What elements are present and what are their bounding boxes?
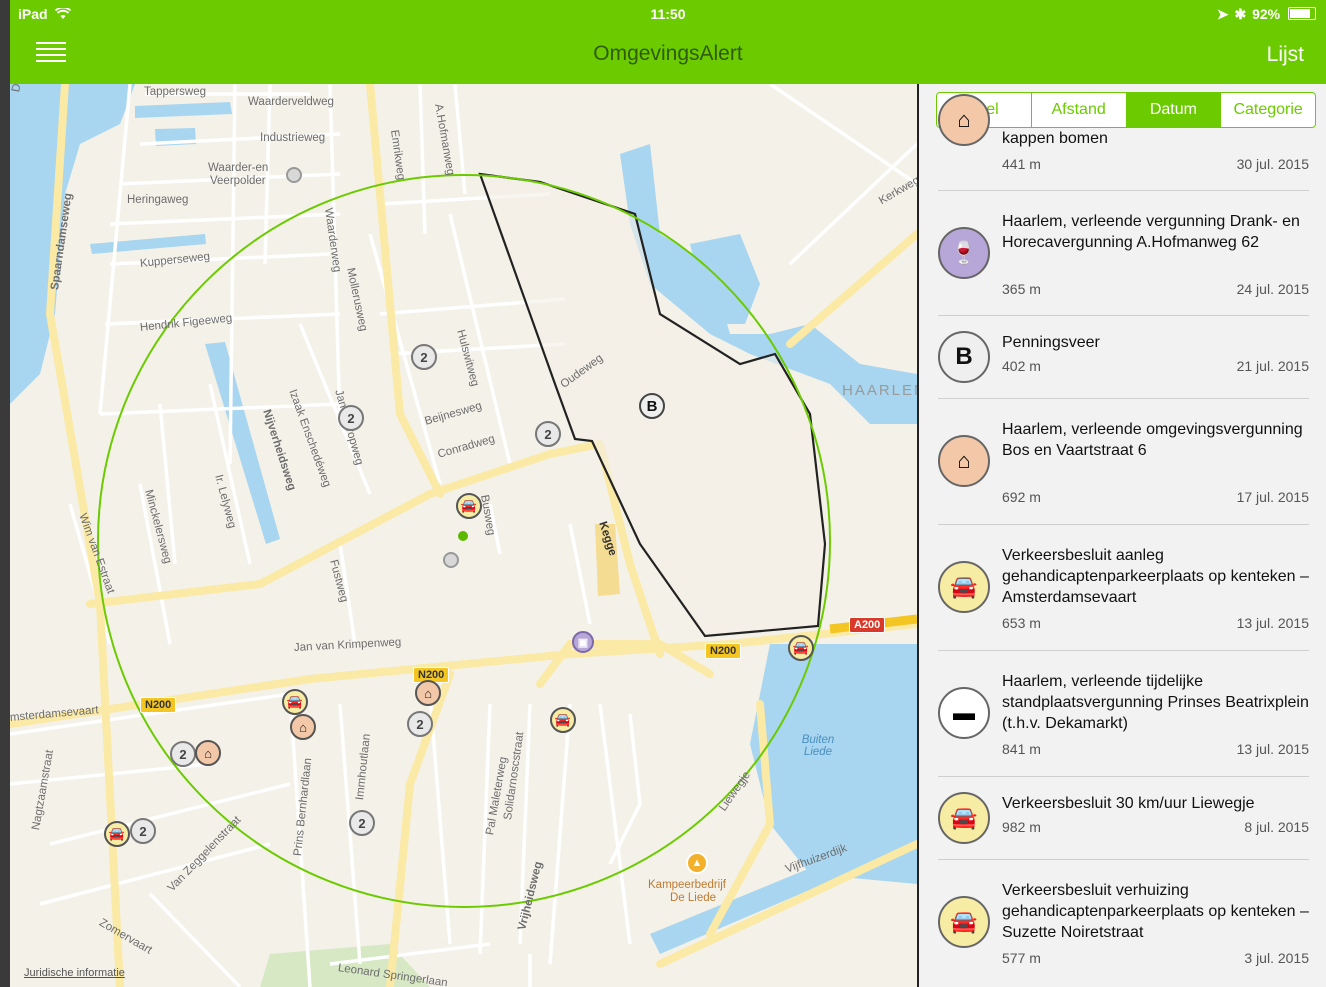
battery-icon — [1288, 7, 1316, 20]
street-label: Waarderveldweg — [248, 96, 334, 108]
alert-date: 8 jul. 2015 — [1244, 819, 1309, 835]
cluster-pin[interactable]: 2 — [338, 405, 364, 431]
alert-title: Verkeersbesluit verhuizing gehandicapten… — [1002, 882, 1309, 941]
bluetooth-icon: ✱ — [1234, 6, 1247, 22]
battery-fill — [1290, 9, 1311, 18]
alert-date: 30 jul. 2015 — [1236, 156, 1309, 172]
car-pin[interactable]: 🚘 — [456, 493, 482, 519]
car-icon: 🚘 — [938, 561, 990, 613]
alert-date: 24 jul. 2015 — [1236, 281, 1309, 297]
list-item[interactable]: 🚘 Verkeersbesluit 30 km/uur Liewegje 982… — [938, 777, 1309, 860]
list-item[interactable]: ⌂ kappen bomen 441 m 30 jul. 2015 — [938, 94, 1309, 191]
app-title: OmgevingsAlert — [593, 42, 743, 65]
house-icon: ⌂ — [424, 685, 432, 701]
alert-distance: 982 m — [1002, 819, 1041, 835]
house-icon: ⌂ — [938, 435, 990, 487]
road-badge-n200: N200 — [705, 643, 742, 659]
location-arrow-icon: ➤ — [1216, 6, 1229, 22]
cluster-pin[interactable]: 2 — [411, 344, 437, 370]
alert-date: 17 jul. 2015 — [1236, 489, 1309, 505]
status-right: ➤ ✱ 92% — [1217, 6, 1316, 23]
car-icon: 🚘 — [938, 792, 990, 844]
alert-title: Penningsveer — [1002, 334, 1100, 351]
alert-distance: 402 m — [1002, 358, 1041, 374]
alert-distance: 841 m — [1002, 741, 1041, 757]
car-icon: 🚘 — [938, 896, 990, 948]
road-badge-a200: A200 — [849, 617, 886, 633]
list-item[interactable]: B Penningsveer 402 m 21 jul. 2015 — [938, 316, 1309, 399]
car-icon: 🚘 — [108, 826, 126, 841]
car-pin[interactable]: 🚘 — [788, 635, 814, 661]
alert-date: 13 jul. 2015 — [1236, 615, 1309, 631]
campsite-pin[interactable]: ▲ — [686, 852, 708, 874]
alert-title: kappen bomen — [1002, 130, 1108, 147]
status-time: 11:50 — [650, 6, 686, 22]
street-label: Veerpolder — [210, 175, 266, 187]
alert-title: Verkeersbesluit 30 km/uur Liewegje — [1002, 795, 1255, 812]
alert-distance: 692 m — [1002, 489, 1041, 505]
car-pin[interactable]: 🚘 — [282, 689, 308, 715]
car-icon: 🚘 — [286, 694, 304, 709]
alerts-list: ⌂ kappen bomen 441 m 30 jul. 2015 🍷 Haar… — [919, 94, 1326, 985]
car-pin[interactable]: 🚘 — [550, 707, 576, 733]
alert-date: 3 jul. 2015 — [1244, 950, 1309, 966]
wine-icon: 🍷 — [938, 227, 990, 279]
street-label: Tappersweg — [144, 86, 207, 98]
list-item[interactable]: ▬ Haarlem, verleende tijdelijke standpla… — [938, 651, 1309, 777]
alerts-list-panel: Titel Afstand Datum Categorie ⌂ kappen b… — [917, 84, 1326, 987]
market-stall-icon: ▬ — [938, 687, 990, 739]
alert-title: Verkeersbesluit aanleg gehandicaptenpark… — [1002, 547, 1309, 606]
alert-title: Haarlem, verleende omgevingsvergunning B… — [1002, 421, 1303, 459]
bridge-pin[interactable]: B — [639, 393, 665, 419]
alert-date: 21 jul. 2015 — [1236, 358, 1309, 374]
house-icon: ⌂ — [938, 94, 990, 146]
city-label: HAARLEM — [842, 382, 917, 399]
house-icon: ⌂ — [204, 745, 212, 761]
bus-icon: ▣ — [577, 636, 589, 649]
street-label: Industrieweg — [260, 132, 326, 144]
battery-percent: 92% — [1252, 6, 1281, 22]
map-view[interactable]: Tappersweg Waarderveldweg Industrieweg W… — [10, 84, 917, 987]
list-item[interactable]: 🚘 Verkeersbesluit verhuizing gehandicapt… — [938, 860, 1309, 985]
map-canvas — [10, 84, 917, 987]
current-location-dot — [458, 531, 468, 541]
list-item[interactable]: 🍷 Haarlem, verleende vergunning Drank- e… — [938, 191, 1309, 316]
alert-title: Haarlem, verleende tijdelijke standplaat… — [1002, 673, 1309, 732]
cluster-pin[interactable]: 2 — [170, 741, 196, 767]
car-icon: 🚘 — [792, 640, 810, 655]
alert-date: 13 jul. 2015 — [1236, 741, 1309, 757]
house-icon: ⌂ — [299, 719, 307, 735]
navigation-bar: iPad 11:50 ➤ ✱ 92% OmgevingsAlert Lijst — [10, 0, 1326, 84]
alert-title: Haarlem, verleende vergunning Drank- en … — [1002, 213, 1300, 251]
list-item[interactable]: 🚘 Verkeersbesluit aanleg gehandicaptenpa… — [938, 525, 1309, 651]
cluster-pin[interactable]: 2 — [130, 818, 156, 844]
list-button[interactable]: Lijst — [1267, 43, 1304, 67]
letter-b-icon: B — [938, 331, 990, 383]
street-label: Heringaweg — [127, 194, 189, 206]
poi-label: Kampeerbedrijf — [648, 879, 726, 891]
road-badge-n200: N200 — [140, 697, 177, 713]
alert-distance: 365 m — [1002, 281, 1041, 297]
house-pin[interactable]: ⌂ — [195, 740, 221, 766]
bus-pin[interactable]: ▣ — [572, 631, 594, 653]
street-label: Waarder-en — [208, 162, 269, 174]
cluster-pin[interactable]: 2 — [407, 711, 433, 737]
list-item[interactable]: ⌂ Haarlem, verleende omgevingsvergunning… — [938, 399, 1309, 525]
cluster-pin[interactable]: 2 — [535, 421, 561, 447]
water-label: Buiten Liede — [801, 734, 835, 758]
cluster-pin[interactable]: 2 — [349, 810, 375, 836]
car-icon: 🚘 — [460, 498, 478, 513]
ipad-screen: iPad 11:50 ➤ ✱ 92% OmgevingsAlert Lijst — [10, 0, 1326, 987]
car-icon: 🚘 — [554, 712, 572, 727]
legal-info-link[interactable]: Juridische informatie — [24, 967, 125, 979]
alert-distance: 441 m — [1002, 156, 1041, 172]
tent-icon: ▲ — [691, 857, 703, 869]
poi-label: De Liede — [670, 892, 717, 904]
car-pin[interactable]: 🚘 — [104, 821, 130, 847]
alert-distance: 577 m — [1002, 950, 1041, 966]
house-pin[interactable]: ⌂ — [415, 680, 441, 706]
alert-distance: 653 m — [1002, 615, 1041, 631]
house-pin[interactable]: ⌂ — [290, 714, 316, 740]
